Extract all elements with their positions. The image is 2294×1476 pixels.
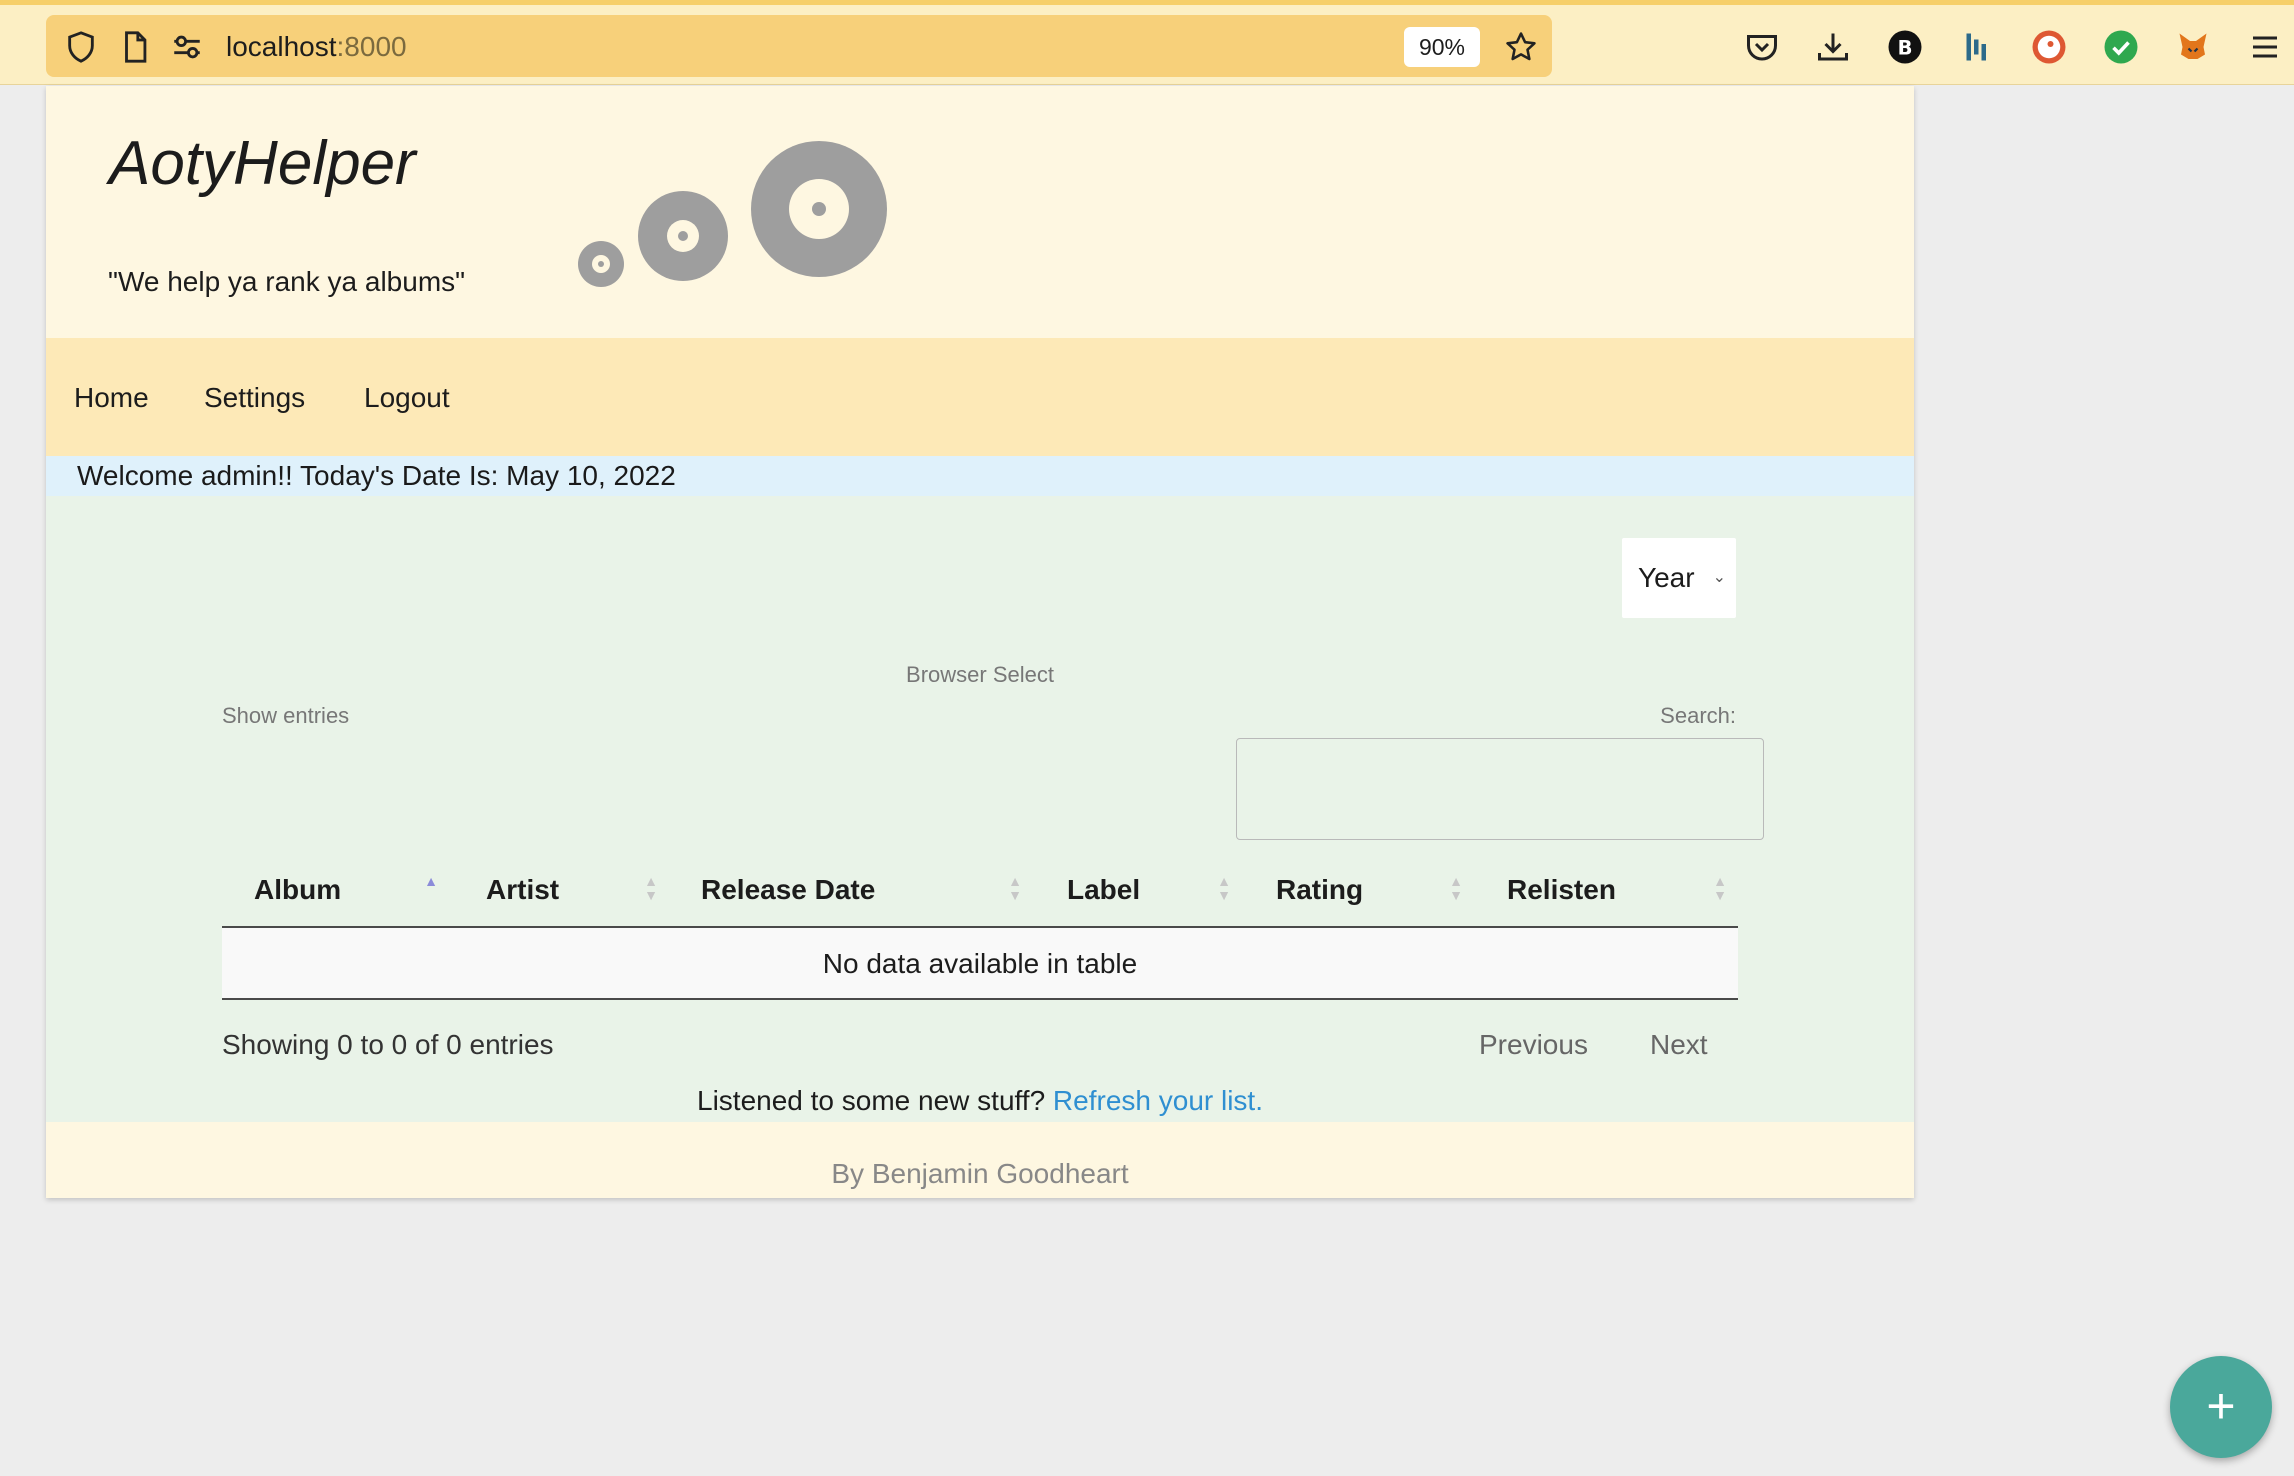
previous-button[interactable]: Previous xyxy=(1479,1029,1588,1061)
column-header-album[interactable]: Album ▲ xyxy=(222,852,454,928)
column-header-label: Album xyxy=(254,874,342,905)
check-icon[interactable] xyxy=(2103,29,2139,65)
pagination-info: Showing 0 to 0 of 0 entries xyxy=(222,1029,554,1060)
main-nav: Home Settings Logout xyxy=(46,338,1914,456)
search-label: Search: xyxy=(1660,703,1736,728)
duckduckgo-icon[interactable] xyxy=(2031,29,2067,65)
page-container: AotyHelper "We help ya rank ya albums" H… xyxy=(46,86,1914,1198)
show-entries-label: Show entries xyxy=(222,703,350,728)
year-select-value: Year xyxy=(1638,562,1695,593)
site-header: AotyHelper "We help ya rank ya albums" xyxy=(46,86,1914,338)
sort-icon: ▲ ▼ xyxy=(644,873,658,903)
search-input[interactable] xyxy=(1236,738,1764,840)
footer-credit: By Benjamin Goodheart xyxy=(831,1158,1129,1189)
extension-bars-icon[interactable] xyxy=(1959,29,1995,65)
next-button[interactable]: Next xyxy=(1650,1029,1708,1061)
column-header-label-col[interactable]: Label ▲ ▼ xyxy=(1035,852,1244,928)
column-header-artist[interactable]: Artist ▲ ▼ xyxy=(454,852,669,928)
browser-toolbar: localhost:8000 90% B xyxy=(0,0,2294,85)
column-header-rating[interactable]: Rating ▲ ▼ xyxy=(1244,852,1475,928)
permissions-icon[interactable] xyxy=(170,30,204,64)
sort-icon: ▲ ▼ xyxy=(1008,873,1022,903)
metamask-icon[interactable] xyxy=(2175,29,2211,65)
welcome-banner: Welcome admin!! Today's Date Is: May 10,… xyxy=(46,456,1914,496)
nav-logout[interactable]: Logout xyxy=(364,382,450,414)
nav-settings[interactable]: Settings xyxy=(204,382,305,414)
refresh-prompt-text: Listened to some new stuff? xyxy=(697,1085,1053,1116)
sort-icon: ▲ ▼ xyxy=(1449,873,1463,903)
svg-text:B: B xyxy=(1898,37,1913,60)
site-tagline: "We help ya rank ya albums" xyxy=(108,266,466,297)
column-header-relisten[interactable]: Relisten ▲ ▼ xyxy=(1475,852,1738,928)
column-header-label: Relisten xyxy=(1507,874,1616,905)
page-icon[interactable] xyxy=(118,30,152,64)
download-icon[interactable] xyxy=(1815,29,1851,65)
sort-asc-icon: ▲ xyxy=(424,873,438,889)
sort-icon: ▲ ▼ xyxy=(1713,873,1727,903)
chevron-down-icon: ⌄ xyxy=(1712,569,1726,586)
extension-b-icon[interactable]: B xyxy=(1887,29,1923,65)
address-bar[interactable]: localhost:8000 90% xyxy=(46,15,1552,77)
column-header-label: Label xyxy=(1067,874,1141,905)
year-select[interactable]: Year ⌄ xyxy=(1622,538,1736,618)
table-empty-message: No data available in table xyxy=(222,928,1738,1000)
main-content: Year ⌄ Browser Select Show entries Searc… xyxy=(46,496,1914,1122)
nav-home[interactable]: Home xyxy=(74,382,149,414)
url-text[interactable]: localhost:8000 xyxy=(226,30,407,64)
menu-icon[interactable] xyxy=(2247,29,2283,65)
site-footer: By Benjamin Goodheart xyxy=(46,1122,1914,1198)
url-host: localhost xyxy=(226,31,337,62)
sort-icon: ▲ ▼ xyxy=(1217,873,1231,903)
column-header-label: Artist xyxy=(486,874,560,905)
browser-select-label: Browser Select xyxy=(906,662,1054,687)
column-header-release-date[interactable]: Release Date ▲ ▼ xyxy=(669,852,1035,928)
add-button[interactable]: + xyxy=(2170,1356,2272,1458)
column-header-label: Rating xyxy=(1276,874,1364,905)
bookmark-star-icon[interactable] xyxy=(1504,30,1538,64)
url-port: :8000 xyxy=(336,31,407,62)
zoom-level-button[interactable]: 90% xyxy=(1404,27,1480,67)
refresh-list-link[interactable]: Refresh your list. xyxy=(1053,1085,1263,1116)
refresh-prompt: Listened to some new stuff? Refresh your… xyxy=(46,1085,1914,1117)
site-title: AotyHelper xyxy=(109,129,416,198)
vinyl-discs-logo xyxy=(578,141,887,287)
shield-icon[interactable] xyxy=(64,30,98,64)
pocket-icon[interactable] xyxy=(1744,29,1780,65)
column-header-label: Release Date xyxy=(701,874,876,905)
